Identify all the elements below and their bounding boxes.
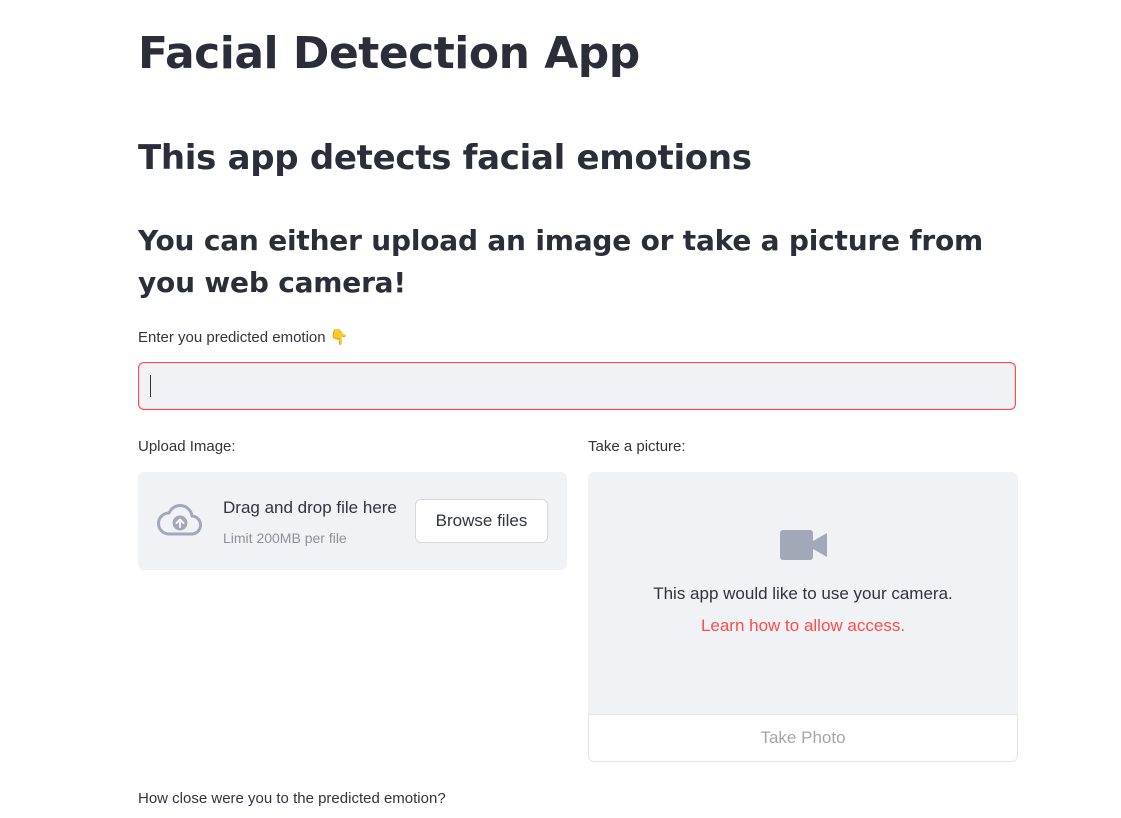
camera-permission-message: This app would like to use your camera. [653, 584, 953, 603]
take-photo-button[interactable]: Take Photo [588, 714, 1018, 762]
closeness-label: How close were you to the predicted emot… [138, 790, 446, 807]
video-camera-icon [780, 530, 828, 565]
browse-files-button[interactable]: Browse files [415, 499, 548, 543]
pointing-down-icon: 👇 [329, 329, 349, 346]
emotion-input-label: Enter you predicted emotion 👇 [138, 328, 348, 346]
drop-instructions: Drag and drop file here [223, 498, 397, 517]
text-caret [150, 375, 151, 397]
file-size-limit: Limit 200MB per file [223, 530, 347, 546]
emotion-input[interactable] [138, 362, 1016, 410]
page-subtitle: This app detects facial emotions [138, 138, 752, 178]
file-uploader-dropzone[interactable]: Drag and drop file here Limit 200MB per … [138, 472, 567, 570]
page-title: Facial Detection App [138, 28, 640, 79]
uploader-label: Upload Image: [138, 438, 236, 455]
cloud-upload-icon [156, 502, 204, 545]
page-instruction: You can either upload an image or take a… [138, 224, 983, 299]
camera-input: This app would like to use your camera. … [588, 472, 1018, 714]
allow-access-link[interactable]: Learn how to allow access. [588, 616, 1018, 636]
emotion-input-label-text: Enter you predicted emotion [138, 329, 326, 346]
camera-label: Take a picture: [588, 438, 686, 455]
